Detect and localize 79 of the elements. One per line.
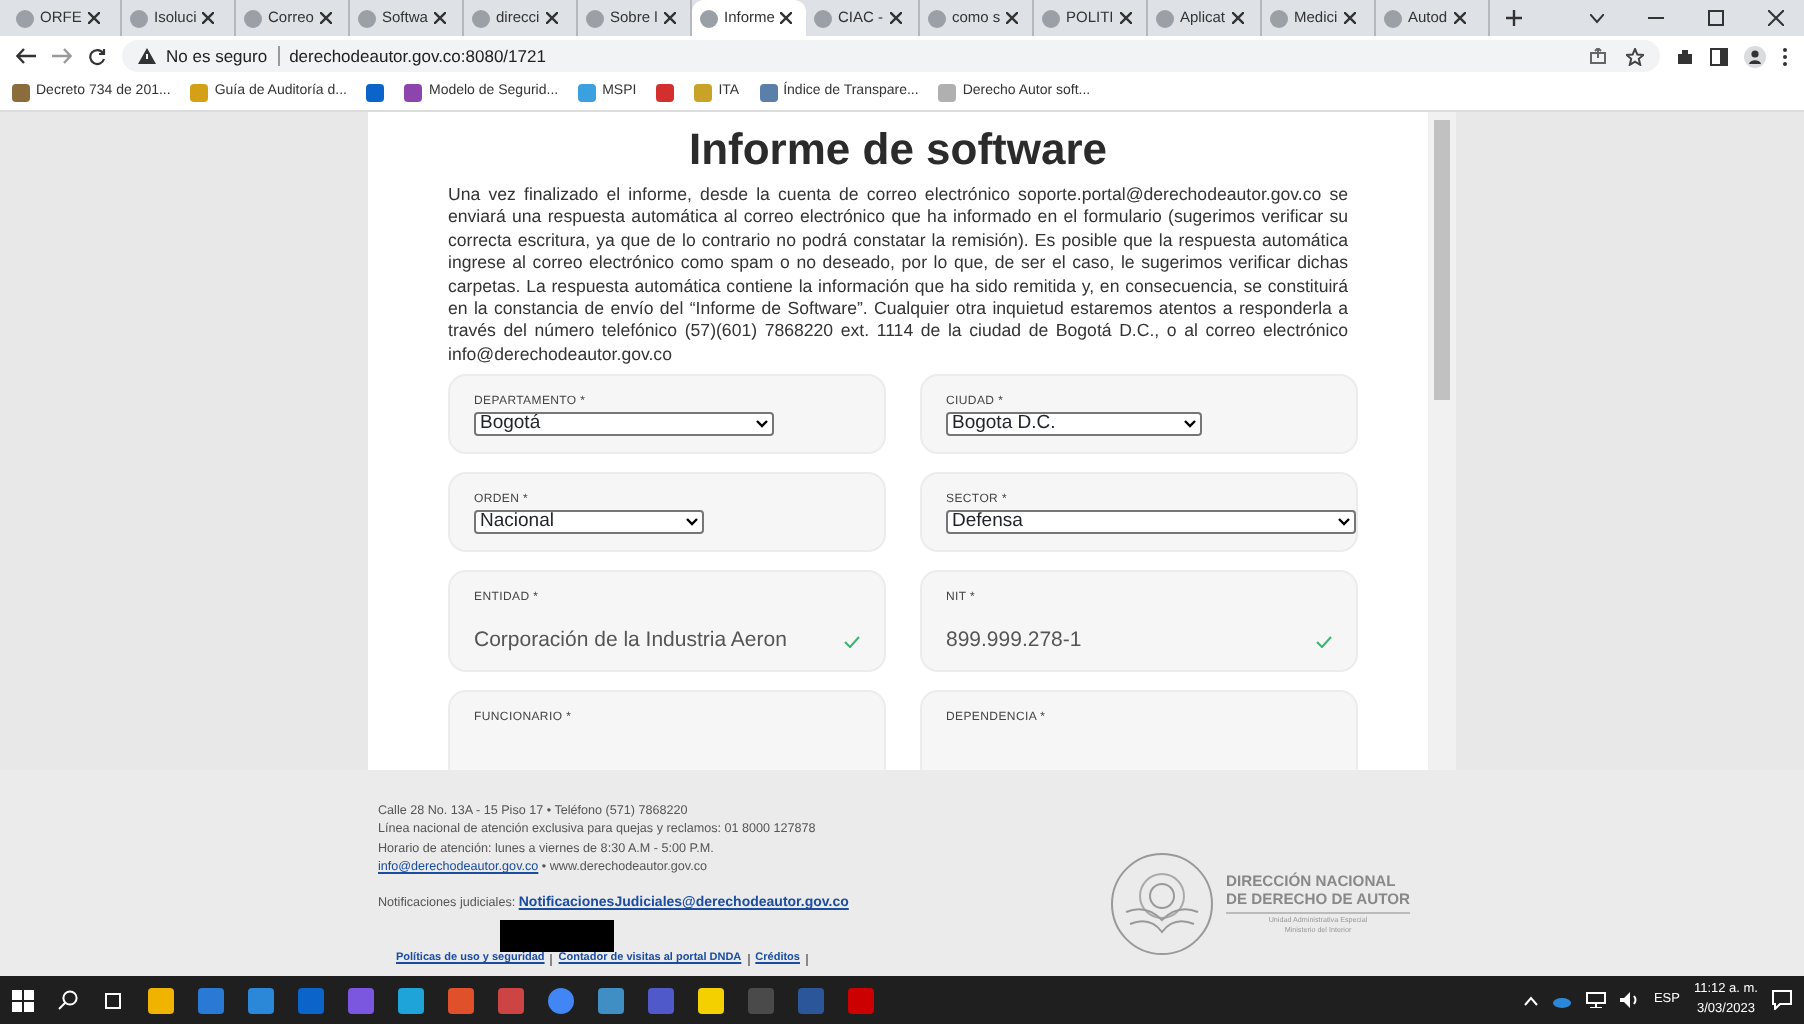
app-icon[interactable] — [248, 987, 274, 1013]
close-icon[interactable] — [545, 12, 558, 24]
site-icon — [814, 9, 832, 27]
select-field[interactable]: Defensa — [946, 510, 1356, 535]
speaker-icon[interactable] — [1619, 992, 1640, 1008]
chevron-down-icon — [756, 420, 768, 429]
site-icon — [1042, 9, 1060, 27]
profile-icon[interactable] — [1744, 45, 1766, 67]
back-arrow-icon[interactable] — [16, 48, 36, 64]
bookmark-icon — [578, 84, 597, 102]
site-icon — [1384, 9, 1402, 27]
site-icon — [1270, 9, 1288, 27]
forward-arrow-icon[interactable] — [52, 48, 72, 64]
select-field[interactable]: Nacional — [474, 510, 704, 535]
site-icon — [928, 9, 946, 27]
close-icon[interactable] — [1006, 12, 1019, 24]
intro-paragraph: Una vez finalizado el informe, desde la cuenta de correo electrónico soporte.portal@derechodeautor.gov.co se enviará una respuesta automática al correo electrónico que ha informado en el formulario (sugerimos verificar su correcta escritura, ya que de lo contrario no podrá constatar la remisión). Es posible que la respuesta automática ingrese al correo electrónico como spam o no deseado, por lo que, de ser el caso, le sugerimos verificar dichas carpetas. La respuesta automática contiene la información que ha sido remitida y, en consecuencia, se constituirá en la constancia de envío del “Informe de Software”. Cualquier otra inquietud estaremos atentos a responderla a través del número telefónico (57)(601) 7868220 ext. 1114 de la ciudad de Bogotá D.C., o al correo electrónico info@derechodeautor.gov.co — [448, 184, 1348, 367]
select-field[interactable]: Bogotá — [474, 412, 774, 437]
close-icon[interactable] — [663, 12, 676, 24]
emblem-icon — [1110, 851, 1214, 955]
cloud-icon[interactable] — [1551, 993, 1572, 1007]
dropdown-icon[interactable] — [1590, 13, 1604, 23]
close-icon[interactable] — [780, 12, 793, 24]
windows-start-icon[interactable] — [12, 989, 34, 1011]
side-panel-icon[interactable] — [1710, 47, 1728, 65]
share-icon[interactable] — [1590, 47, 1606, 63]
security-label: No es seguro — [166, 43, 268, 69]
close-icon[interactable] — [433, 12, 446, 24]
close-icon[interactable] — [889, 12, 901, 24]
site-icon — [700, 9, 718, 27]
site-icon — [244, 9, 262, 27]
puzzle-icon[interactable] — [1676, 47, 1694, 65]
close-icon[interactable] — [319, 12, 332, 24]
text-field[interactable]: Corporación de la Industria Aeron — [474, 626, 860, 658]
app-icon[interactable] — [148, 987, 174, 1013]
site-icon — [130, 9, 148, 27]
search-icon[interactable] — [58, 990, 78, 1010]
chevron-down-icon — [686, 518, 698, 527]
scrollbar[interactable] — [1428, 112, 1456, 770]
chevron-down-icon — [1338, 518, 1350, 527]
close-icon[interactable] — [202, 12, 215, 24]
close-icon[interactable] — [87, 12, 100, 24]
site-icon — [472, 9, 490, 27]
close-icon[interactable] — [1343, 12, 1356, 24]
bookmark-icon — [938, 84, 957, 102]
scrollbar-thumb[interactable] — [1434, 120, 1450, 400]
reload-icon[interactable] — [88, 47, 106, 65]
bookmark-icon — [759, 84, 778, 102]
chevron-down-icon — [1184, 420, 1196, 429]
task-view-icon[interactable] — [102, 991, 124, 1009]
text-field[interactable]: 899.999.278-1 — [946, 626, 1332, 658]
page-title: Informe de software — [686, 124, 1110, 176]
maximize-icon[interactable] — [1708, 10, 1724, 26]
site-icon — [1156, 9, 1174, 27]
notification-icon[interactable] — [1772, 990, 1792, 1010]
star-icon[interactable] — [1626, 47, 1644, 65]
bookmark-icon — [190, 84, 209, 102]
site-icon — [358, 9, 376, 27]
network-icon[interactable] — [1585, 992, 1606, 1008]
app-icon[interactable] — [398, 987, 424, 1013]
site-icon — [586, 9, 604, 27]
close-icon[interactable] — [1768, 10, 1784, 26]
new-tab-icon[interactable] — [1506, 10, 1522, 26]
bookmark-icon — [12, 84, 30, 102]
close-icon[interactable] — [1231, 12, 1244, 24]
redaction-block — [500, 920, 614, 953]
minimize-icon[interactable] — [1648, 16, 1664, 20]
address-bar[interactable]: No es seguro derechodeautor.gov.co:8080/1721 — [122, 40, 1660, 72]
close-icon[interactable] — [1119, 12, 1132, 24]
app-icon[interactable] — [598, 987, 624, 1013]
select-field[interactable]: Bogota D.C. — [946, 412, 1202, 437]
app-icon[interactable] — [698, 987, 724, 1013]
chevron-up-icon[interactable] — [1523, 995, 1538, 1005]
more-menu-icon[interactable] — [1782, 47, 1788, 65]
url-text: derechodeautor.gov.co:8080/1721 — [289, 43, 546, 69]
chrome-icon[interactable] — [548, 987, 574, 1013]
warning-icon — [138, 48, 156, 64]
site-icon — [16, 9, 34, 27]
close-icon[interactable] — [1453, 12, 1466, 24]
